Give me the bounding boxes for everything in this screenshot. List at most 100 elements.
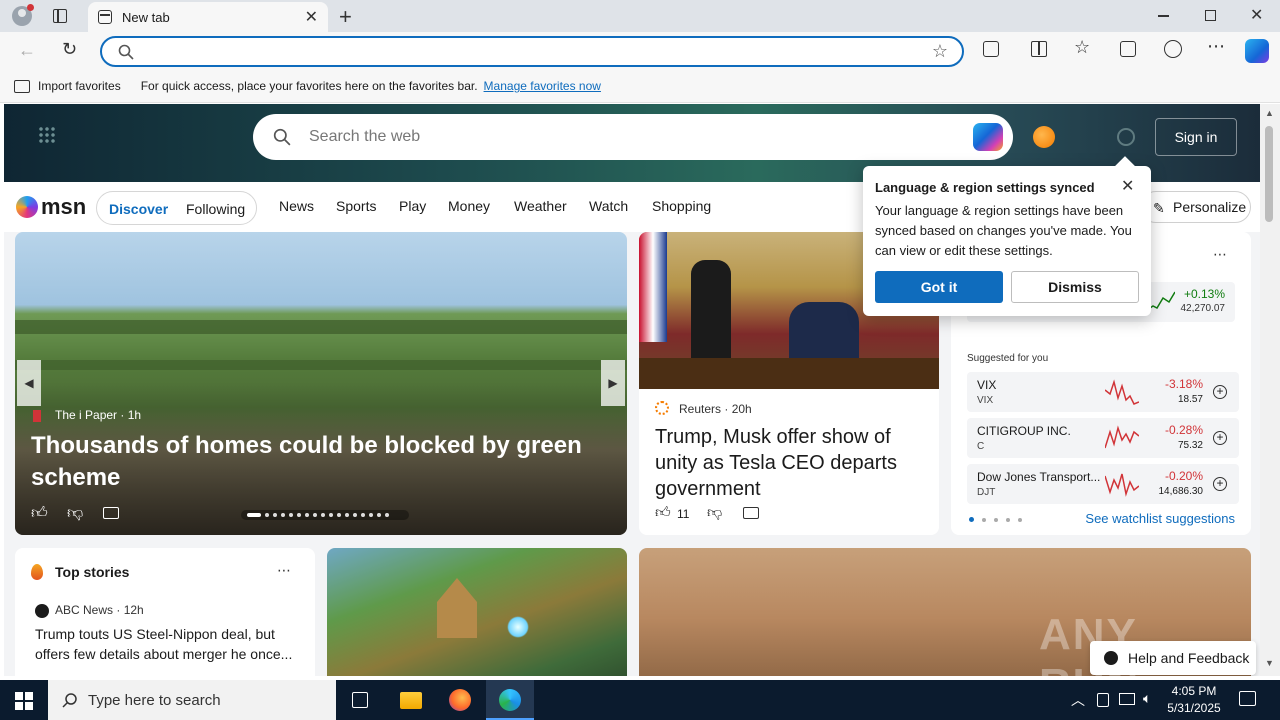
firefox-icon[interactable] xyxy=(449,689,471,711)
add-to-watchlist-button[interactable]: + xyxy=(1213,477,1227,491)
more-options-icon[interactable]: ⋯ xyxy=(277,562,291,579)
close-window-button[interactable]: ✕ xyxy=(1250,5,1263,25)
dislike-icon[interactable]: 👎︎ xyxy=(67,504,83,523)
watchlist-row[interactable]: VIX VIX -3.18% 18.57 + xyxy=(967,372,1239,412)
edge-taskbar-button[interactable] xyxy=(486,680,534,720)
stock-ticker: DJT xyxy=(977,487,996,498)
scroll-thumb[interactable] xyxy=(1265,126,1273,222)
tab-actions-icon[interactable] xyxy=(53,9,67,23)
copilot-icon[interactable] xyxy=(1245,39,1269,63)
page-scrollbar[interactable]: ▲ ▼ xyxy=(1260,104,1280,676)
settings-gear-icon[interactable] xyxy=(1117,128,1135,146)
watchlist-row[interactable]: CITIGROUP INC. C -0.28% 75.32 + xyxy=(967,418,1239,458)
more-menu-icon[interactable]: ⋯ xyxy=(1207,36,1225,57)
msn-logo[interactable]: msn xyxy=(16,194,86,220)
stock-price: 18.57 xyxy=(1177,394,1203,405)
add-to-watchlist-button[interactable]: + xyxy=(1213,431,1227,445)
popup-title: Language & region settings synced xyxy=(875,180,1095,195)
like-icon[interactable]: 👍︎ xyxy=(31,504,48,523)
nav-money[interactable]: Money xyxy=(448,198,490,214)
nav-watch[interactable]: Watch xyxy=(589,198,628,214)
story-age: 20h xyxy=(731,402,752,416)
nav-weather[interactable]: Weather xyxy=(514,198,567,214)
stock-name: VIX xyxy=(977,378,997,392)
tab-following[interactable]: Following xyxy=(186,201,245,217)
profile-icon[interactable] xyxy=(12,4,34,26)
search-icon xyxy=(118,44,134,60)
search-icon xyxy=(62,693,77,708)
collections-icon[interactable] xyxy=(1120,41,1136,57)
favorites-icon[interactable]: ☆ xyxy=(1074,37,1090,58)
minimize-button[interactable] xyxy=(1158,15,1169,17)
apps-grid-icon[interactable] xyxy=(38,126,56,144)
device-icon[interactable] xyxy=(1097,693,1109,707)
volume-icon[interactable]: 🔈︎ xyxy=(1143,690,1151,707)
nav-play[interactable]: Play xyxy=(399,198,426,214)
prev-slide-button[interactable]: ◀ xyxy=(17,360,41,406)
split-screen-icon[interactable] xyxy=(1031,41,1047,57)
personalize-button[interactable]: ✎ Personalize xyxy=(1140,191,1251,223)
comment-icon[interactable] xyxy=(743,507,759,519)
clock[interactable]: 4:05 PM 5/31/2025 xyxy=(1166,683,1222,717)
favorite-star-icon[interactable]: ☆ xyxy=(932,41,948,62)
reuters-logo xyxy=(655,401,669,415)
browser-essentials-icon[interactable] xyxy=(1164,40,1182,58)
top-story-headline[interactable]: Trump touts US Steel-Nippon deal, but of… xyxy=(35,624,305,664)
close-popup-icon[interactable]: ✕ xyxy=(1121,176,1134,196)
favorites-bar-message: For quick access, place your favorites h… xyxy=(140,79,478,93)
see-watchlist-link[interactable]: See watchlist suggestions xyxy=(1085,511,1235,526)
hero-story-card[interactable]: ◀ ▶ The i Paper · 1h Thousands of homes … xyxy=(15,232,627,535)
game-card[interactable] xyxy=(327,548,627,676)
task-view-icon[interactable] xyxy=(352,692,368,708)
start-button[interactable] xyxy=(15,692,33,710)
tab-discover[interactable]: Discover xyxy=(109,201,168,217)
weather-icon[interactable] xyxy=(1033,126,1055,148)
popup-body: Your language & region settings have bee… xyxy=(875,203,1132,258)
carousel-dots[interactable] xyxy=(241,510,409,520)
copilot-icon[interactable] xyxy=(973,123,1003,151)
add-to-watchlist-button[interactable]: + xyxy=(1213,385,1227,399)
show-hidden-icons[interactable]: ︿ xyxy=(1071,690,1085,710)
back-icon[interactable]: ← xyxy=(18,40,36,61)
address-input[interactable] xyxy=(148,42,908,62)
address-bar[interactable]: ☆ xyxy=(100,36,964,67)
nav-news[interactable]: News xyxy=(279,198,314,214)
like-icon[interactable]: 👍︎ xyxy=(655,504,671,522)
file-explorer-icon[interactable] xyxy=(400,692,422,709)
network-icon[interactable] xyxy=(1119,693,1135,705)
stock-price: 75.32 xyxy=(1177,440,1203,451)
page-icon xyxy=(98,10,112,24)
close-tab-icon[interactable]: ✕ xyxy=(305,7,318,27)
import-favorites-button[interactable]: Import favorites xyxy=(38,79,121,93)
hero-headline[interactable]: Thousands of homes could be blocked by g… xyxy=(31,430,591,494)
source-logo xyxy=(33,410,41,422)
dislike-icon[interactable]: 👎︎ xyxy=(707,504,722,522)
notifications-icon[interactable] xyxy=(1239,691,1256,706)
scroll-down-arrow[interactable]: ▼ xyxy=(1265,658,1274,668)
watchlist-row[interactable]: Dow Jones Transport... DJT -0.20% 14,686… xyxy=(967,464,1239,504)
side-headline[interactable]: Trump, Musk offer show of unity as Tesla… xyxy=(655,424,925,502)
more-options-icon[interactable]: ⋯ xyxy=(1213,246,1227,263)
manage-favorites-link[interactable]: Manage favorites now xyxy=(484,79,601,93)
tab-title: New tab xyxy=(122,9,170,25)
dismiss-button[interactable]: Dismiss xyxy=(1011,271,1139,303)
pager-dots[interactable] xyxy=(969,517,1022,522)
sign-in-button[interactable]: Sign in xyxy=(1155,118,1237,156)
got-it-button[interactable]: Got it xyxy=(875,271,1003,303)
help-feedback-button[interactable]: Help and Feedback xyxy=(1090,641,1256,675)
import-favorites-icon[interactable] xyxy=(14,79,30,93)
nav-sports[interactable]: Sports xyxy=(336,198,376,214)
nav-shopping[interactable]: Shopping xyxy=(652,198,711,214)
stock-name: CITIGROUP INC. xyxy=(977,424,1071,438)
next-slide-button[interactable]: ▶ xyxy=(601,360,625,406)
like-count: 11 xyxy=(677,507,690,521)
new-tab-button[interactable]: + xyxy=(339,4,352,30)
refresh-icon[interactable]: ↻ xyxy=(62,39,77,60)
web-search-box[interactable]: Search the web xyxy=(253,114,1013,160)
restore-button[interactable] xyxy=(1205,10,1216,21)
extensions-icon[interactable] xyxy=(983,41,999,57)
comment-icon[interactable] xyxy=(103,507,119,519)
taskbar-search-box[interactable]: Type here to search xyxy=(48,680,336,720)
tab-new-tab[interactable]: New tab ✕ xyxy=(88,2,328,32)
scroll-up-arrow[interactable]: ▲ xyxy=(1265,108,1274,118)
